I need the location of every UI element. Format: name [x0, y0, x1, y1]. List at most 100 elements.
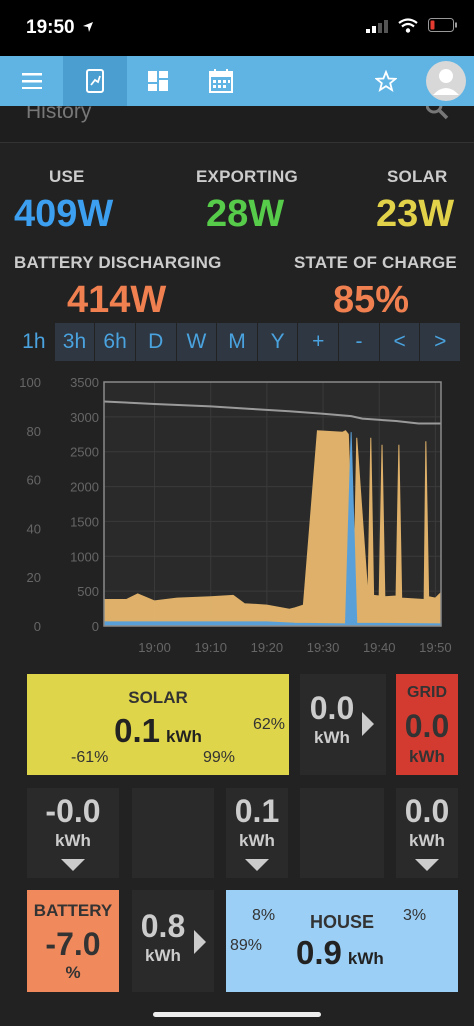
solar-bottom-pct: 99% [203, 749, 236, 766]
solar-to-battery-value: -0.0 [45, 793, 101, 829]
grid-energy-tile[interactable]: GRID 0.0 kWh [396, 674, 458, 775]
y-right-tick-label: 500 [77, 584, 99, 599]
house-top-left-pct: 8% [252, 907, 276, 924]
wifi-icon [398, 18, 418, 33]
x-tick-label: 19:20 [251, 640, 284, 655]
x-tick-label: 19:50 [419, 640, 452, 655]
star-icon [375, 70, 397, 92]
page-title: History [26, 106, 92, 123]
top-nav-bar [0, 56, 474, 106]
solar-tile-value: 0.1 [114, 712, 160, 749]
x-tick-label: 19:00 [138, 640, 171, 655]
grid-tile-label: GRID [407, 684, 447, 701]
range-month[interactable]: M [217, 323, 257, 361]
y-left-tick-label: 40 [27, 521, 41, 536]
y-left-tick-label: 20 [27, 570, 41, 585]
empty-tile [300, 788, 384, 878]
battery-energy-tile[interactable]: BATTERY -7.0 % [27, 890, 119, 992]
grid-to-house-tile[interactable]: 0.0 kWh [396, 788, 458, 878]
status-bar: 19:50 [0, 0, 474, 56]
calendar-icon [209, 69, 233, 93]
empty-tile [132, 788, 214, 878]
home-indicator [153, 1012, 321, 1017]
zoom-in-button[interactable]: + [298, 323, 339, 361]
tab-calendar[interactable] [190, 56, 252, 106]
solar-energy-tile[interactable]: SOLAR 0.1 kWh 62% -61% 99% [27, 674, 289, 775]
solar-to-battery-unit: kWh [55, 831, 91, 850]
house-left-pct: 89% [230, 937, 263, 954]
solar-label: SOLAR [387, 167, 448, 186]
previous-button[interactable]: < [379, 323, 420, 361]
y-right-tick-label: 2500 [70, 445, 99, 460]
chart-svg: 0204060801000500100015002000250030003500… [19, 375, 452, 655]
grid-to-house-value: 0.0 [404, 793, 450, 829]
y-right-tick-label: 3000 [70, 410, 99, 425]
battery-low-icon [428, 18, 457, 32]
zoom-out-button[interactable]: - [339, 323, 379, 361]
arrow-right-icon [362, 712, 374, 736]
house-energy-tile[interactable]: 8% HOUSE 3% 89% 0.9 kWh [226, 890, 458, 992]
location-icon [83, 22, 93, 32]
favorite-button[interactable] [366, 56, 406, 106]
solar-to-house-unit: kWh [239, 831, 275, 850]
battery-to-house-value: 0.8 [140, 908, 186, 944]
status-icons [366, 18, 458, 33]
house-tile-unit: kWh [347, 949, 384, 968]
house-tile-label: HOUSE [310, 912, 375, 932]
grid-tile-unit: kWh [409, 747, 445, 766]
x-tick-label: 19:30 [307, 640, 340, 655]
solar-value: 23W [376, 193, 455, 235]
menu-icon [22, 73, 42, 89]
battery-tile-label: BATTERY [33, 901, 113, 920]
y-right-tick-label: 1500 [70, 514, 99, 529]
solar-tile-unit: kWh [165, 727, 202, 746]
battery-discharging-label: BATTERY DISCHARGING [14, 253, 222, 272]
battery-tile-value: -7.0 [45, 926, 101, 962]
export-flow-tile[interactable]: 0.0 kWh [300, 674, 386, 775]
search-icon[interactable] [426, 106, 450, 122]
dashboard-icon [148, 71, 168, 91]
state-of-charge-value: 85% [333, 279, 410, 321]
tablet-chart-icon [86, 69, 104, 93]
y-right-tick-label: 3500 [70, 375, 99, 390]
signal-icon [366, 19, 388, 33]
use-value: 409W [14, 193, 114, 235]
house-tile-value: 0.9 [296, 934, 342, 971]
x-tick-label: 19:10 [194, 640, 227, 655]
battery-to-house-tile[interactable]: 0.8 kWh [132, 890, 214, 992]
range-6h[interactable]: 6h [95, 323, 135, 361]
y-right-tick-label: 1000 [70, 549, 99, 564]
battery-discharging-value: 414W [67, 279, 167, 321]
x-tick-label: 19:40 [363, 640, 396, 655]
house-top-right-pct: 3% [403, 907, 427, 924]
range-selector: 1h 3h 6h D W M Y + - < > [14, 323, 461, 361]
y-right-tick-label: 2000 [70, 480, 99, 495]
battery-tile-unit: % [65, 963, 81, 982]
grid-tile-value: 0.0 [404, 708, 450, 744]
menu-button[interactable] [6, 56, 58, 106]
tab-monitor[interactable] [63, 56, 127, 106]
next-button[interactable]: > [420, 323, 461, 361]
range-year[interactable]: Y [257, 323, 298, 361]
range-day[interactable]: D [135, 323, 176, 361]
exporting-value: 28W [206, 193, 285, 235]
status-time: 19:50 [26, 17, 75, 38]
range-3h[interactable]: 3h [54, 323, 95, 361]
arrow-down-icon [61, 859, 85, 871]
sub-header: History [0, 106, 474, 142]
arrow-right-icon [194, 930, 206, 954]
user-avatar[interactable] [424, 56, 468, 106]
y-left-tick-label: 0 [34, 619, 41, 634]
solar-to-battery-tile[interactable]: -0.0 kWh [27, 788, 119, 878]
exporting-label: EXPORTING [196, 167, 298, 186]
solar-left-pct: -61% [71, 749, 109, 766]
y-left-tick-label: 100 [19, 375, 41, 390]
y-right-tick-label: 0 [92, 619, 99, 634]
solar-self-use-pct: 62% [252, 716, 285, 733]
tab-dashboard[interactable] [128, 56, 188, 106]
history-chart[interactable]: 0 20 40 60 80 100 0 500 1000 1500 2000 2500 3000 3500… [0, 372, 474, 662]
solar-tile-label: SOLAR [128, 688, 188, 707]
solar-to-house-tile[interactable]: 0.1 kWh [226, 788, 288, 878]
range-week[interactable]: W [176, 323, 217, 361]
range-1h[interactable]: 1h [14, 323, 54, 361]
